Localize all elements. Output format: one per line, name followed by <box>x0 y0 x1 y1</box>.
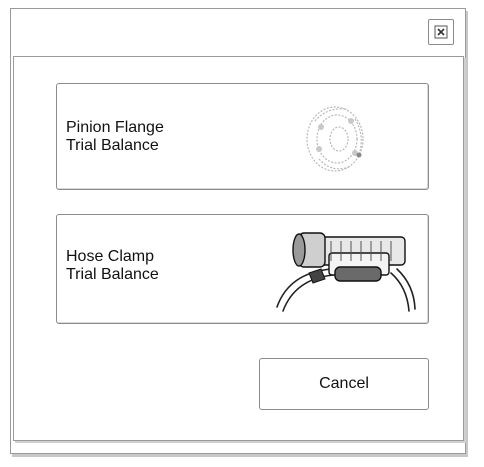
close-icon <box>434 25 448 39</box>
pinion-flange-label-line1: Pinion Flange <box>66 119 164 136</box>
pinion-flange-label-line2: Trial Balance <box>66 137 159 154</box>
cancel-button[interactable]: Cancel <box>259 358 429 410</box>
pinion-flange-icon <box>297 97 377 182</box>
pinion-flange-label: Pinion Flange Trial Balance <box>66 119 164 155</box>
hose-clamp-label-line2: Trial Balance <box>66 266 159 283</box>
hose-clamp-icon <box>269 225 419 320</box>
hose-clamp-label: Hose Clamp Trial Balance <box>66 248 159 284</box>
pinion-flange-trial-balance-button[interactable]: Pinion Flange Trial Balance <box>56 83 429 190</box>
hose-clamp-trial-balance-button[interactable]: Hose Clamp Trial Balance <box>56 214 429 324</box>
hose-clamp-label-line1: Hose Clamp <box>66 248 155 265</box>
close-button[interactable] <box>428 19 454 45</box>
